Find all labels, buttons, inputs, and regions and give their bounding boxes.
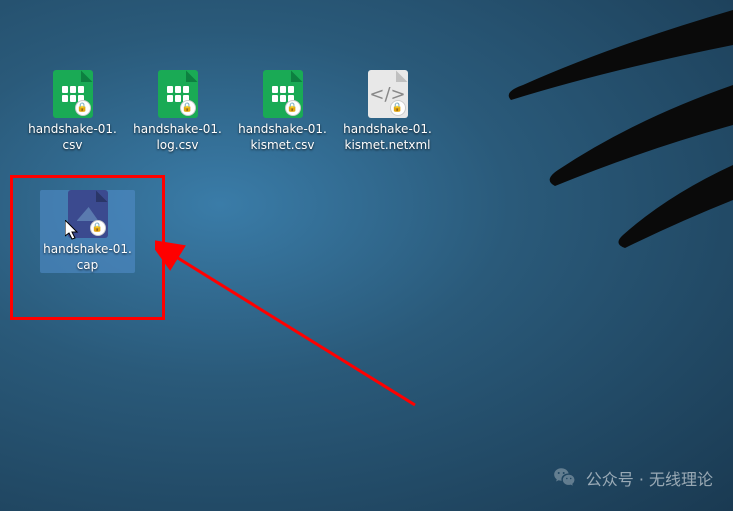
file-label: handshake-01. log.csv [133, 122, 222, 153]
file-icon-log-csv[interactable]: 🔒 handshake-01. log.csv [130, 70, 225, 153]
lock-icon: 🔒 [75, 100, 91, 116]
lock-icon: 🔒 [390, 100, 406, 116]
pcap-icon: 🔒 [64, 190, 112, 238]
desktop-icons-row1: 🔒 handshake-01. csv 🔒 handshake-01. log.… [25, 70, 435, 153]
file-label: handshake-01. kismet.netxml [343, 122, 432, 153]
annotation-arrow [155, 225, 435, 425]
lock-icon: 🔒 [180, 100, 196, 116]
spreadsheet-icon: 🔒 [259, 70, 307, 118]
spreadsheet-icon: 🔒 [154, 70, 202, 118]
desktop-icons-row2: 🔒 handshake-01. cap [40, 190, 135, 273]
wechat-icon [552, 465, 578, 491]
file-icon-kismet-csv[interactable]: 🔒 handshake-01. kismet.csv [235, 70, 330, 153]
file-icon-csv[interactable]: 🔒 handshake-01. csv [25, 70, 120, 153]
file-label: handshake-01. csv [28, 122, 117, 153]
spreadsheet-icon: 🔒 [49, 70, 97, 118]
file-label: handshake-01. kismet.csv [238, 122, 327, 153]
watermark-text: 公众号 · 无线理论 [586, 466, 713, 490]
file-icon-kismet-netxml[interactable]: </> 🔒 handshake-01. kismet.netxml [340, 70, 435, 153]
lock-icon: 🔒 [90, 220, 106, 236]
watermark: 公众号 · 无线理论 [552, 465, 713, 491]
file-icon-cap[interactable]: 🔒 handshake-01. cap [40, 190, 135, 273]
lock-icon: 🔒 [285, 100, 301, 116]
xml-icon: </> 🔒 [364, 70, 412, 118]
file-label: handshake-01. cap [43, 242, 132, 273]
